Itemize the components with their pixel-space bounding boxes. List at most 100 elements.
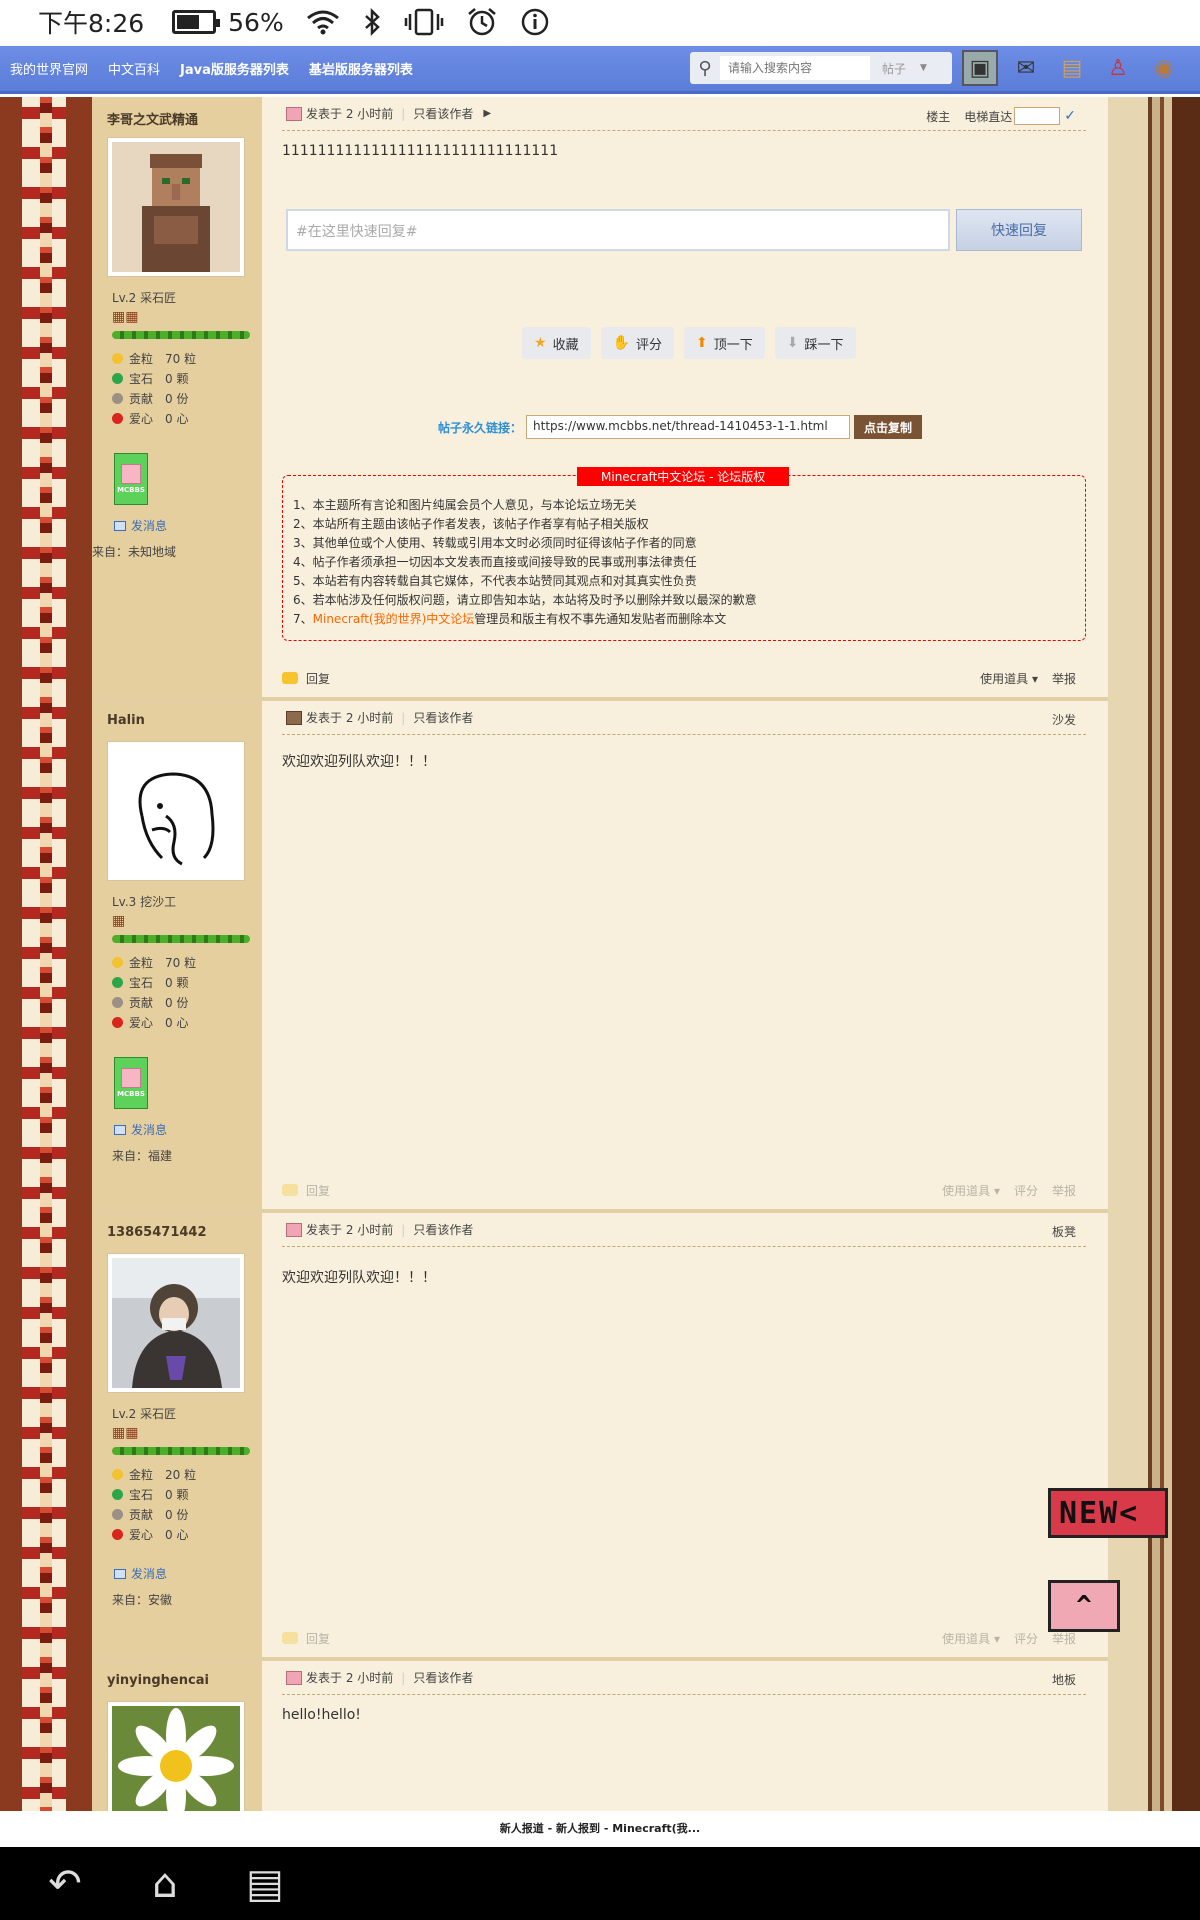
mcbbs-badge[interactable]: MCBBS bbox=[114, 453, 148, 505]
permalink-row: 帖子永久链接： https://www.mcbbs.net/thread-141… bbox=[438, 415, 923, 439]
user-location: 来自：未知地域 bbox=[92, 545, 177, 559]
permalink-label: 帖子永久链接： bbox=[438, 420, 523, 435]
only-author-link[interactable]: 只看该作者 bbox=[413, 1669, 473, 1686]
author-name[interactable]: 13865471442 bbox=[107, 1225, 207, 1240]
envelope-icon bbox=[114, 1124, 126, 1135]
tools-menu[interactable]: 使用道具 ▾ bbox=[980, 670, 1038, 687]
only-author-link[interactable]: 只看该作者 bbox=[413, 1221, 473, 1238]
search-bar: ⚲ 帖子 ▼ bbox=[690, 52, 952, 84]
send-message-link[interactable]: 发消息 bbox=[114, 517, 167, 534]
stat-love: 爱心 0 心 bbox=[112, 410, 188, 427]
search-input[interactable] bbox=[720, 56, 870, 80]
search-icon[interactable]: ⚲ bbox=[690, 58, 720, 79]
downvote-button[interactable]: ⬇ 踩一下 bbox=[774, 327, 856, 359]
nav-link-bedrock-servers[interactable]: 基岩版服务器列表 bbox=[309, 59, 413, 78]
left-decoration bbox=[0, 97, 92, 1811]
floor-label: 板凳 bbox=[1051, 1225, 1076, 1239]
stat-gold: 金粒 20 粒 bbox=[112, 1466, 196, 1483]
avatar[interactable] bbox=[107, 1701, 245, 1824]
alarm-icon bbox=[466, 7, 498, 37]
author-panel: 13865471442 Lv.2 采石匠 ▦▦ 金粒 20 粒 宝石 0 颗 贡献 0… bbox=[92, 1213, 262, 1657]
go-icon[interactable]: ✓ bbox=[1064, 108, 1076, 124]
thread-main: 李哥之文武精通 Lv.2 采石匠 ▦▦ 金粒 70 粒 宝石 0 颗 贡献 0 份 爱… bbox=[92, 97, 1108, 1824]
nav-link-java-servers[interactable]: Java版服务器列表 bbox=[180, 59, 289, 78]
only-author-link[interactable]: 只看该作者 bbox=[413, 105, 473, 122]
post-body: 1111111111111111111111111111111 bbox=[282, 143, 559, 159]
stat-contrib: 贡献 0 份 bbox=[112, 1506, 188, 1523]
reply-button[interactable]: 回复 bbox=[282, 1630, 330, 1647]
post-body: 欢迎欢迎列队欢迎！！！ bbox=[282, 1270, 436, 1286]
report-link[interactable]: 举报 bbox=[1052, 1630, 1076, 1647]
back-to-top-icon[interactable]: ^ bbox=[1048, 1580, 1120, 1632]
author-name[interactable]: Halin bbox=[107, 713, 145, 728]
post-time: 发表于 2 小时前 bbox=[306, 1223, 394, 1237]
stat-contrib: 贡献 0 份 bbox=[112, 390, 188, 407]
chevron-down-icon: ▼ bbox=[920, 63, 927, 73]
gold-icon bbox=[112, 957, 123, 968]
reply-button[interactable]: 回复 bbox=[282, 670, 330, 687]
info-icon bbox=[520, 7, 550, 37]
level-progress bbox=[112, 1447, 250, 1455]
post-header: 发表于 2 小时前 | 只看该作者 ▶ 楼主 电梯直达 ✓ bbox=[282, 97, 1086, 131]
avatar[interactable] bbox=[107, 741, 245, 881]
back-icon[interactable]: ↶ bbox=[30, 1861, 100, 1907]
favorite-button[interactable]: ★ 收藏 bbox=[522, 327, 591, 359]
rate-link[interactable]: 评分 bbox=[1014, 1630, 1038, 1647]
tools-menu[interactable]: 使用道具 ▾ bbox=[942, 1182, 1000, 1199]
reply-button[interactable]: 回复 bbox=[282, 1182, 330, 1199]
search-type-select[interactable]: 帖子 bbox=[882, 60, 906, 77]
send-message-link[interactable]: 发消息 bbox=[114, 1121, 167, 1138]
user-location: 来自：安徽 bbox=[112, 1593, 173, 1607]
nav-link-official[interactable]: 我的世界官网 bbox=[10, 59, 88, 78]
page-title: 新人报道 - 新人报到 - Minecraft(我... bbox=[0, 1811, 1200, 1847]
rate-link[interactable]: 评分 bbox=[1014, 1182, 1038, 1199]
caret-right-icon[interactable]: ▶ bbox=[483, 108, 491, 119]
android-nav-bar: ↶ ⌂ ▤ bbox=[0, 1847, 1200, 1920]
user-level: Lv.2 采石匠 bbox=[112, 291, 177, 305]
medal-icons: ▦▦ bbox=[112, 1425, 139, 1441]
rate-button[interactable]: ✋ 评分 bbox=[600, 327, 675, 359]
elevator-input[interactable] bbox=[1014, 107, 1061, 125]
quick-reply-input[interactable]: #在这里快速回复# bbox=[286, 209, 950, 251]
report-link[interactable]: 举报 bbox=[1052, 670, 1076, 687]
reply-icon bbox=[282, 1632, 298, 1644]
author-name[interactable]: yinyinghencai bbox=[107, 1673, 209, 1688]
site-nav: 我的世界官网 中文百科 Java版服务器列表 基岩版服务器列表 ⚲ 帖子 ▼ ▣… bbox=[0, 46, 1200, 94]
copyright-line: 6、若本帖涉及任何版权问题，请立即告知本站，本站将及时予以删除并致以最深的歉意 bbox=[293, 593, 757, 607]
tools-menu[interactable]: 使用道具 ▾ bbox=[942, 1630, 1000, 1647]
news-float-button[interactable]: NEW< bbox=[1048, 1488, 1168, 1538]
block-icon[interactable]: ▣ bbox=[962, 50, 998, 86]
envelope-icon[interactable]: ✉ bbox=[1008, 50, 1044, 86]
author-panel: 李哥之文武精通 Lv.2 采石匠 ▦▦ 金粒 70 粒 宝石 0 颗 贡献 0 份 爱… bbox=[92, 97, 262, 697]
permalink-url[interactable]: https://www.mcbbs.net/thread-1410453-1-1… bbox=[526, 415, 851, 439]
user-icon[interactable]: ♙ bbox=[1100, 50, 1136, 86]
author-name[interactable]: 李哥之文武精通 bbox=[107, 109, 198, 128]
vibrate-icon bbox=[404, 8, 444, 36]
contrib-icon bbox=[112, 1509, 123, 1520]
pig-icon bbox=[286, 1222, 302, 1237]
post-content: 发表于 2 小时前 | 只看该作者 ▶ 楼主 电梯直达 ✓ 1111111111… bbox=[282, 97, 1086, 697]
avatar-icon bbox=[286, 710, 302, 725]
post-body: hello!hello! bbox=[282, 1707, 361, 1723]
report-link[interactable]: 举报 bbox=[1052, 1182, 1076, 1199]
mcbbs-badge[interactable]: MCBBS bbox=[114, 1057, 148, 1109]
post-content: 发表于 2 小时前 | 只看该作者 地板 hello!hello! bbox=[282, 1661, 1086, 1811]
copy-button[interactable]: 点击复制 bbox=[854, 415, 923, 439]
stat-gold: 金粒 70 粒 bbox=[112, 954, 196, 971]
floor-label: 地板 bbox=[1051, 1673, 1076, 1687]
only-author-link[interactable]: 只看该作者 bbox=[413, 709, 473, 726]
stat-gem: 宝石 0 颗 bbox=[112, 370, 188, 387]
avatar[interactable] bbox=[107, 1253, 245, 1393]
nav-link-wiki[interactable]: 中文百科 bbox=[108, 59, 160, 78]
palette-icon[interactable]: ◉ bbox=[1146, 50, 1182, 86]
pig-icon bbox=[121, 464, 141, 484]
avatar[interactable] bbox=[107, 137, 245, 277]
forum-link[interactable]: Minecraft(我的世界)中文论坛 bbox=[313, 612, 475, 626]
box-icon[interactable]: ▤ bbox=[1054, 50, 1090, 86]
stat-love: 爱心 0 心 bbox=[112, 1526, 188, 1543]
home-icon[interactable]: ⌂ bbox=[130, 1861, 200, 1907]
recent-apps-icon[interactable]: ▤ bbox=[230, 1861, 300, 1907]
upvote-button[interactable]: ⬆ 顶一下 bbox=[684, 327, 765, 359]
send-message-link[interactable]: 发消息 bbox=[114, 1565, 167, 1582]
quick-reply-button[interactable]: 快速回复 bbox=[956, 209, 1082, 251]
